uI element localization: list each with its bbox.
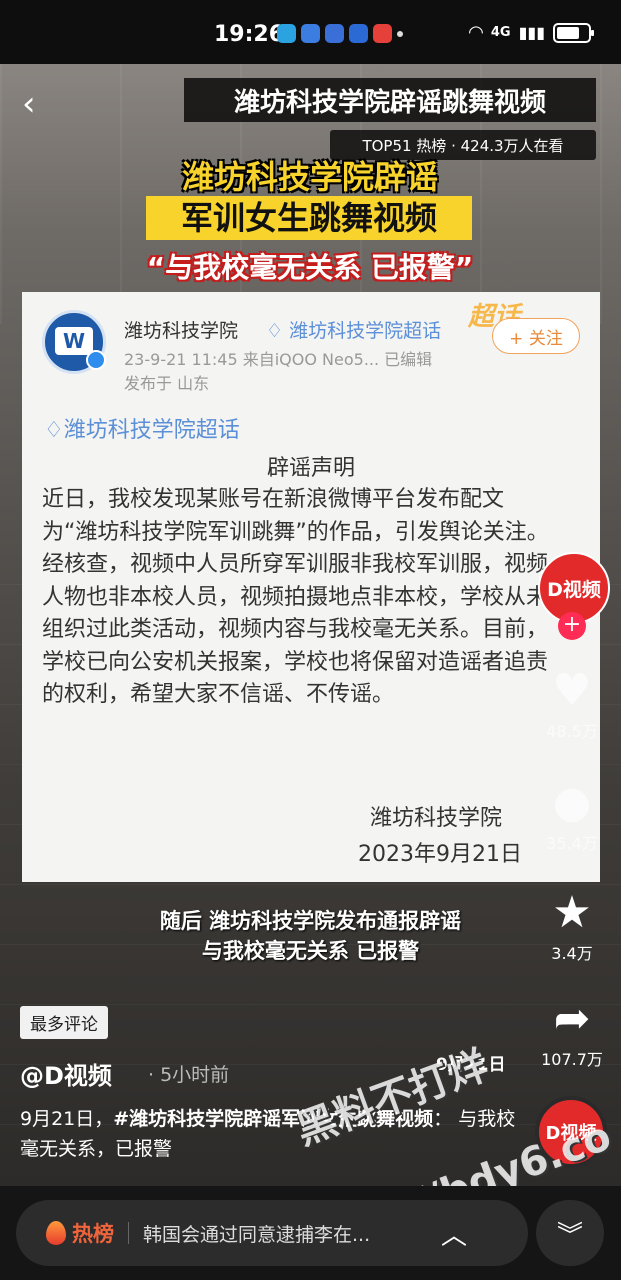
video-subtitle: 随后 潍坊科技学院发布通报辟谣 与我校毫无关系 已报警 — [0, 906, 621, 966]
hot-list-headline: 韩国会通过同意逮捕李在... — [143, 1223, 371, 1246]
favorite-button[interactable]: ★ 3.4万 — [535, 888, 609, 964]
more-dot-icon — [397, 31, 403, 37]
supertopic-link: ♢潍坊科技学院超话 — [44, 418, 240, 443]
favorite-count: 3.4万 — [551, 944, 593, 963]
trend-title[interactable]: 潍坊科技学院辟谣跳舞视频 — [184, 78, 596, 122]
status-bar: 19:26 ◠ 4G ▮▮▮ — [0, 0, 621, 64]
news-icon — [373, 24, 392, 43]
chevron-up-icon[interactable]: ︿ — [441, 1215, 467, 1252]
telegram-icon — [277, 24, 296, 43]
double-chevron-down-icon[interactable]: ︾ — [536, 1200, 604, 1266]
subtitle-line-1: 随后 潍坊科技学院发布通报辟谣 — [159, 909, 462, 933]
clock: 19:26 — [214, 22, 285, 47]
video-headline-3: “与我校毫无关系 已报警” — [146, 251, 474, 284]
signal-icon: ▮▮▮ — [518, 23, 545, 42]
share-arrow-icon: ➦ — [553, 993, 591, 1044]
post-meta: 23-9-21 11:45 来自iQOO Neo5... 已编辑 — [124, 350, 433, 369]
network-type: 4G — [490, 25, 511, 40]
logo-letter: W — [55, 327, 93, 355]
like-count: 48.5万 — [546, 722, 598, 741]
like-button[interactable]: ♥ 48.5万 — [535, 666, 609, 742]
subtitle-line-2: 与我校毫无关系 已报警 — [201, 939, 420, 963]
comment-bubble-icon: ● — [552, 777, 592, 828]
statement-title: 辟谣声明 — [266, 456, 355, 481]
follow-plus-button[interactable]: + — [558, 612, 586, 640]
message-icon — [301, 24, 320, 43]
verified-badge-icon — [86, 350, 106, 370]
comment-count: 35.4万 — [546, 834, 598, 853]
divider — [128, 1222, 129, 1244]
share-button[interactable]: ➦ 107.7万 — [535, 994, 609, 1070]
notification-icons — [277, 24, 403, 43]
app-icon — [325, 24, 344, 43]
video-headline-1: 潍坊科技学院辟谣 — [181, 158, 438, 196]
follow-button: + 关注 — [492, 318, 580, 354]
statement-body: 近日，我校发现某账号在新浪微博平台发布配文为“潍坊科技学院军训跳舞”的作品，引发… — [42, 487, 549, 707]
chevron-left-icon: ‹ — [22, 84, 36, 124]
video-headline-2: 军训女生跳舞视频 — [146, 196, 472, 240]
heart-icon: ♥ — [552, 665, 592, 716]
account-supertopic: ♢ 潍坊科技学院超话 — [266, 320, 442, 342]
statement-date: 2023年9月21日 — [358, 842, 522, 867]
post-location: 发布于 山东 — [124, 374, 210, 393]
weibo-post-card: W 潍坊科技学院 ♢ 潍坊科技学院超话 超话 + 关注 23-9-21 11:4… — [22, 292, 600, 882]
hot-list-bar[interactable]: 热榜 韩国会通过同意逮捕李在... ︿ — [16, 1200, 528, 1266]
browser-icon — [349, 24, 368, 43]
hot-list-label: 热榜 — [72, 1222, 114, 1246]
caption-prefix: 9月21日， — [20, 1108, 114, 1130]
post-time: · 5小时前 — [148, 1064, 230, 1086]
most-comments-tag[interactable]: 最多评论 — [20, 1006, 108, 1039]
flame-icon — [46, 1221, 66, 1245]
statement-signature: 潍坊科技学院 — [370, 806, 503, 831]
back-button[interactable]: ‹ — [22, 86, 58, 122]
wifi-icon: ◠ — [469, 22, 483, 43]
star-icon: ★ — [552, 887, 592, 938]
status-right: ◠ 4G ▮▮▮ — [469, 22, 594, 43]
account-name: 潍坊科技学院 — [124, 320, 239, 342]
comment-button[interactable]: ● 35.4万 — [535, 778, 609, 854]
battery-icon — [553, 22, 594, 43]
bottom-bar: 热榜 韩国会通过同意逮捕李在... ︿ ︾ — [0, 1186, 621, 1280]
author-name[interactable]: @D视频 — [20, 1056, 112, 1091]
post-caption[interactable]: 9月21日，#潍坊科技学院辟谣军训女生跳舞视频： 与我校毫无关系，已报警 — [20, 1104, 520, 1164]
share-count: 107.7万 — [541, 1050, 603, 1069]
